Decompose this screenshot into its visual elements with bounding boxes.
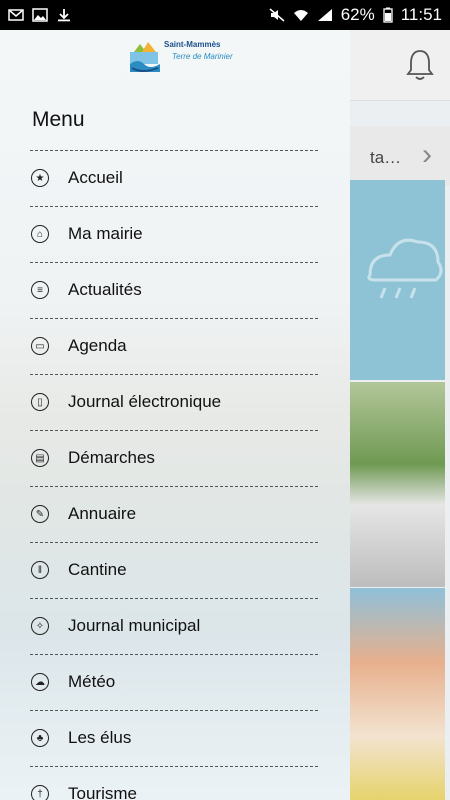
logo-subtitle: Terre de Marinier bbox=[172, 52, 233, 61]
news-ticker-text: ta… bbox=[370, 148, 402, 167]
menu-item-cantine[interactable]: ‖ Cantine bbox=[0, 542, 350, 598]
photo-tile-cantine[interactable] bbox=[350, 588, 445, 800]
chevron-right-icon: › bbox=[422, 138, 432, 171]
menu-item-label: Agenda bbox=[68, 336, 127, 355]
menu-item-annuaire[interactable]: ✎ Annuaire bbox=[0, 486, 350, 542]
menu-item-label: Journal électronique bbox=[68, 392, 222, 411]
menu-item-label: Actualités bbox=[68, 280, 142, 299]
mute-icon bbox=[269, 8, 285, 22]
cutlery-icon: ‖ bbox=[31, 561, 49, 579]
procedures-icon: ▤ bbox=[31, 449, 49, 467]
menu-item-label: Cantine bbox=[68, 560, 127, 579]
bell-icon[interactable] bbox=[404, 48, 436, 82]
news-icon: ≡ bbox=[31, 281, 49, 299]
news-ticker[interactable]: ta… › bbox=[350, 126, 450, 186]
battery-percent: 62% bbox=[340, 5, 375, 24]
calendar-icon: ▭ bbox=[31, 337, 49, 355]
menu-item-agenda[interactable]: ▭ Agenda bbox=[0, 318, 350, 374]
menu-item-les-elus[interactable]: ♣ Les élus bbox=[0, 710, 350, 766]
menu-item-label: Tourisme bbox=[68, 784, 137, 800]
app-logo: Saint-Mammès Terre de Marinier bbox=[128, 38, 233, 80]
signal-icon bbox=[317, 9, 332, 21]
logo-emblem bbox=[130, 42, 160, 72]
directory-icon: ✎ bbox=[31, 505, 49, 523]
tourism-icon: † bbox=[31, 785, 49, 800]
star-icon: ★ bbox=[31, 169, 49, 187]
battery-icon bbox=[383, 7, 393, 23]
menu-list: ★ Accueil ⌂ Ma mairie ≡ Actualités ▭ Age… bbox=[0, 150, 350, 800]
cloud-rain-icon bbox=[367, 238, 443, 299]
menu-heading: Menu bbox=[32, 108, 85, 131]
mail-icon bbox=[8, 9, 24, 21]
image-icon bbox=[32, 8, 48, 22]
navigation-drawer: Saint-Mammès Terre de Marinier Menu ★ Ac… bbox=[0, 30, 350, 800]
journal-icon: ▯ bbox=[31, 393, 49, 411]
weather-icon: ☁ bbox=[31, 673, 49, 691]
menu-item-label: Annuaire bbox=[68, 504, 137, 523]
menu-item-label: Ma mairie bbox=[68, 224, 143, 243]
menu-item-label: Journal municipal bbox=[68, 616, 201, 635]
menu-item-journal-municipal[interactable]: ✧ Journal municipal bbox=[0, 598, 350, 654]
menu-item-ma-mairie[interactable]: ⌂ Ma mairie bbox=[0, 206, 350, 262]
menu-item-label: Les élus bbox=[68, 728, 132, 747]
status-bar: 62% 11:51 bbox=[0, 0, 450, 30]
menu-item-label: Démarches bbox=[68, 448, 155, 467]
municipal-journal-icon: ✧ bbox=[31, 617, 49, 635]
menu-item-journal-electronique[interactable]: ▯ Journal électronique bbox=[0, 374, 350, 430]
menu-item-label: Accueil bbox=[68, 168, 123, 187]
system-icons: 62% 11:51 bbox=[269, 5, 442, 25]
town-hall-icon: ⌂ bbox=[31, 225, 49, 243]
elected-officials-icon: ♣ bbox=[31, 729, 49, 747]
logo-title: Saint-Mammès bbox=[164, 40, 221, 49]
menu-item-accueil[interactable]: ★ Accueil bbox=[0, 150, 350, 206]
photo-tile-street[interactable] bbox=[350, 382, 445, 587]
menu-item-actualites[interactable]: ≡ Actualités bbox=[0, 262, 350, 318]
notification-icons bbox=[8, 8, 72, 22]
wifi-icon bbox=[293, 10, 308, 21]
menu-item-tourisme[interactable]: † Tourisme bbox=[0, 766, 350, 800]
menu-item-demarches[interactable]: ▤ Démarches bbox=[0, 430, 350, 486]
menu-item-label: Météo bbox=[68, 672, 116, 691]
menu-item-meteo[interactable]: ☁ Météo bbox=[0, 654, 350, 710]
download-icon bbox=[58, 9, 70, 22]
weather-tile[interactable] bbox=[350, 180, 445, 380]
clock: 11:51 bbox=[400, 5, 442, 24]
